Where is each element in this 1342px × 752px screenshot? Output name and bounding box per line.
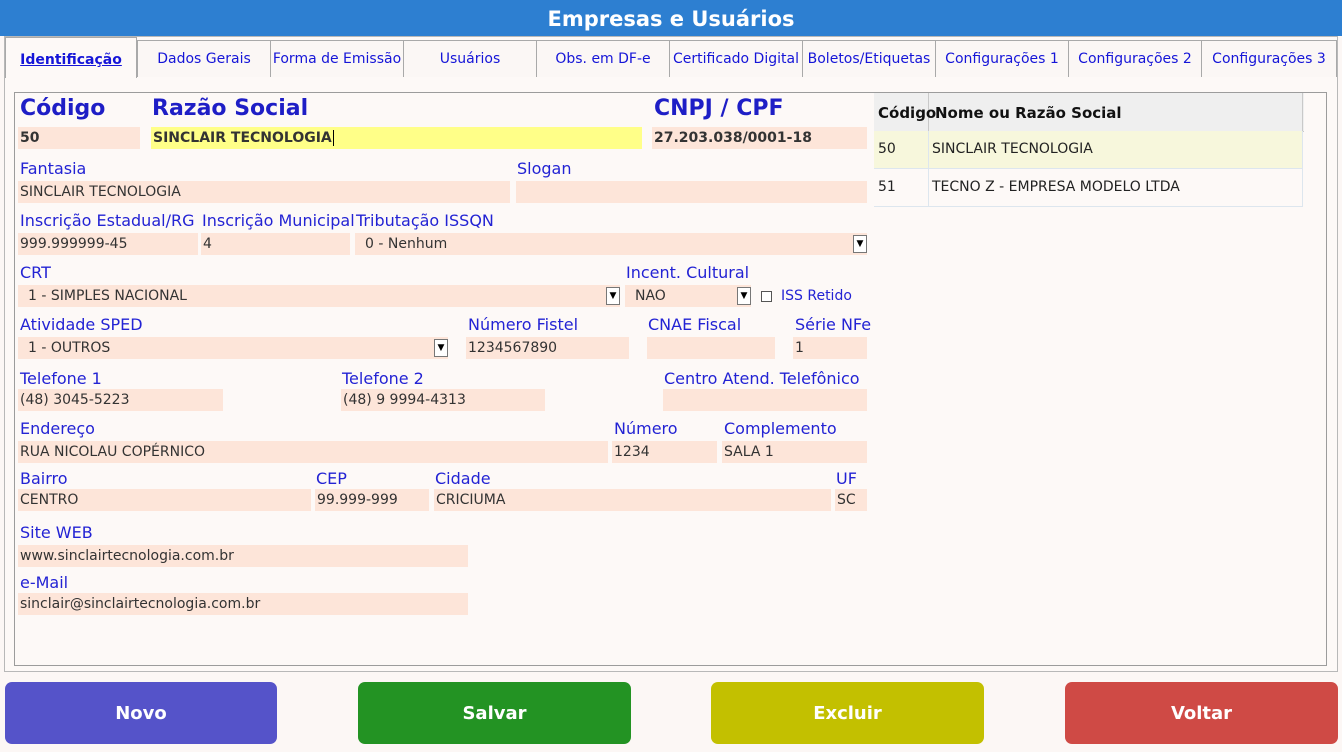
incent-cultural-select[interactable]: NAO ▼: [625, 285, 751, 307]
fantasia-label: Fantasia: [20, 159, 87, 178]
telefone1-field[interactable]: (48) 3045-5223: [18, 389, 223, 411]
grid-header-codigo[interactable]: Código: [874, 93, 936, 131]
endereco-field[interactable]: RUA NICOLAU COPÉRNICO: [18, 441, 608, 463]
atividade-sped-label: Atividade SPED: [20, 315, 143, 334]
numero-field[interactable]: 1234: [612, 441, 717, 463]
codigo-field[interactable]: 50: [18, 127, 140, 149]
bairro-label: Bairro: [20, 469, 68, 488]
crt-label: CRT: [20, 263, 51, 282]
razao-social-value: SINCLAIR TECNOLOGIA: [153, 130, 332, 146]
site-field[interactable]: www.sinclairtecnologia.com.br: [18, 545, 468, 567]
table-row[interactable]: 50 SINCLAIR TECNOLOGIA: [874, 131, 1303, 169]
centro-atend-field[interactable]: [663, 389, 867, 411]
fantasia-field[interactable]: SINCLAIR TECNOLOGIA: [18, 181, 510, 203]
serie-nfe-field[interactable]: 1: [793, 337, 867, 359]
tab-configuracoes-2[interactable]: Configurações 2: [1068, 40, 1202, 77]
tab-configuracoes-1[interactable]: Configurações 1: [935, 40, 1069, 77]
inscricao-municipal-label: Inscrição Municipal: [202, 211, 355, 230]
chevron-down-icon[interactable]: ▼: [434, 339, 448, 357]
telefone2-label: Telefone 2: [342, 369, 424, 388]
novo-button[interactable]: Novo: [5, 682, 277, 744]
incent-cultural-value: NAO: [635, 288, 666, 304]
grid-header: Código Nome ou Razão Social: [874, 93, 1304, 132]
complemento-field[interactable]: SALA 1: [722, 441, 867, 463]
telefone2-field[interactable]: (48) 9 9994-4313: [341, 389, 545, 411]
tab-usuarios[interactable]: Usuários: [403, 40, 537, 77]
cnpj-label: CNPJ / CPF: [654, 96, 784, 121]
bairro-field[interactable]: CENTRO: [18, 489, 311, 511]
numero-fistel-field[interactable]: 1234567890: [466, 337, 629, 359]
chevron-down-icon[interactable]: ▼: [853, 235, 867, 253]
codigo-label: Código: [20, 96, 106, 121]
tab-boletos-etiquetas[interactable]: Boletos/Etiquetas: [802, 40, 936, 77]
grid-cell-codigo: 51: [878, 179, 896, 195]
iss-retido-label: ISS Retido: [781, 288, 852, 304]
salvar-button[interactable]: Salvar: [358, 682, 631, 744]
excluir-button[interactable]: Excluir: [711, 682, 984, 744]
cidade-label: Cidade: [435, 469, 491, 488]
telefone1-label: Telefone 1: [20, 369, 102, 388]
uf-field[interactable]: SC: [835, 489, 867, 511]
grid-cell-codigo: 50: [878, 141, 896, 157]
numero-fistel-label: Número Fistel: [468, 315, 579, 334]
tributacao-issqn-value: 0 - Nenhum: [365, 236, 448, 252]
chevron-down-icon[interactable]: ▼: [737, 287, 751, 305]
endereco-label: Endereço: [20, 419, 95, 438]
inscricao-municipal-field[interactable]: 4: [201, 233, 350, 255]
inscricao-estadual-label: Inscrição Estadual/RG: [20, 211, 195, 230]
tab-forma-de-emissao[interactable]: Forma de Emissão: [270, 40, 404, 77]
tab-certificado-digital[interactable]: Certificado Digital: [669, 40, 803, 77]
tab-dados-gerais[interactable]: Dados Gerais: [137, 40, 271, 77]
tab-identificacao[interactable]: Identificação: [5, 37, 137, 78]
email-field[interactable]: sinclair@sinclairtecnologia.com.br: [18, 593, 468, 615]
tributacao-issqn-label: Tributação ISSQN: [356, 211, 494, 230]
serie-nfe-label: Série NFe: [795, 315, 872, 334]
text-caret: [332, 130, 334, 146]
crt-value: 1 - SIMPLES NACIONAL: [28, 288, 187, 304]
window-title: Empresas e Usuários: [0, 0, 1342, 36]
cep-label: CEP: [316, 469, 347, 488]
voltar-button[interactable]: Voltar: [1065, 682, 1338, 744]
site-label: Site WEB: [20, 523, 93, 542]
cnae-fiscal-label: CNAE Fiscal: [648, 315, 742, 334]
cidade-field[interactable]: CRICIUMA: [434, 489, 831, 511]
tab-configuracoes-3[interactable]: Configurações 3: [1201, 40, 1337, 77]
cnae-fiscal-field[interactable]: [647, 337, 775, 359]
cnpj-field[interactable]: 27.203.038/0001-18: [652, 127, 867, 149]
atividade-sped-value: 1 - OUTROS: [28, 340, 111, 356]
uf-label: UF: [836, 469, 857, 488]
email-label: e-Mail: [20, 573, 69, 592]
cep-field[interactable]: 99.999-999: [315, 489, 429, 511]
chevron-down-icon[interactable]: ▼: [606, 287, 620, 305]
grid-cell-nome: TECNO Z - EMPRESA MODELO LTDA: [932, 179, 1180, 195]
crt-select[interactable]: 1 - SIMPLES NACIONAL ▼: [18, 285, 620, 307]
tab-obs-em-dfe[interactable]: Obs. em DF-e: [536, 40, 670, 77]
centro-atend-label: Centro Atend. Telefônico: [664, 369, 860, 388]
atividade-sped-select[interactable]: 1 - OUTROS ▼: [18, 337, 448, 359]
numero-label: Número: [614, 419, 678, 438]
slogan-label: Slogan: [517, 159, 572, 178]
complemento-label: Complemento: [724, 419, 837, 438]
incent-cultural-label: Incent. Cultural: [626, 263, 750, 282]
grid-header-nome[interactable]: Nome ou Razão Social: [929, 93, 1303, 131]
slogan-field[interactable]: [516, 181, 867, 203]
iss-retido-checkbox[interactable]: [761, 291, 772, 302]
grid-cell-nome: SINCLAIR TECNOLOGIA: [932, 141, 1093, 157]
razao-social-label: Razão Social: [152, 96, 309, 121]
razao-social-field[interactable]: SINCLAIR TECNOLOGIA: [151, 127, 642, 149]
tributacao-issqn-select[interactable]: 0 - Nenhum ▼: [355, 233, 867, 255]
table-row[interactable]: 51 TECNO Z - EMPRESA MODELO LTDA: [874, 169, 1303, 207]
inscricao-estadual-field[interactable]: 999.999999-45: [18, 233, 198, 255]
